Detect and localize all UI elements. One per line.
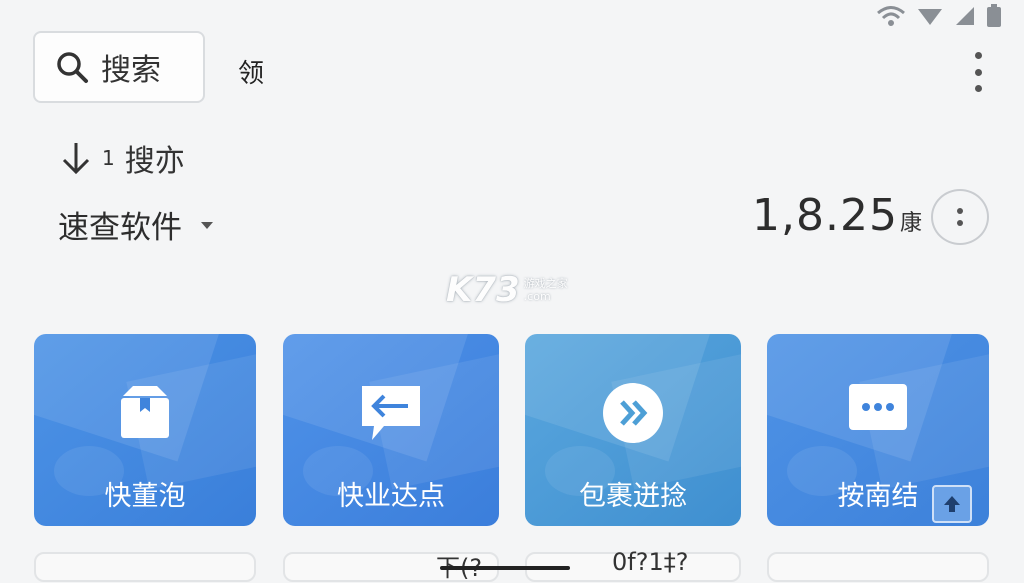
watermark: K73 游戏之家 .com xyxy=(446,270,568,310)
arrow-up-icon xyxy=(944,496,960,512)
dot-icon xyxy=(957,220,963,226)
bottom-card-text: 0f?1‡? xyxy=(612,548,689,576)
app-selector-label: 速查软件 xyxy=(58,210,182,246)
watermark-line2: .com xyxy=(523,290,551,303)
kebab-dot-icon xyxy=(974,68,982,76)
battery-icon xyxy=(987,4,1001,27)
caret-down-icon xyxy=(201,221,213,229)
dot-icon xyxy=(957,208,963,214)
sort-control[interactable]: 1 搜亦 xyxy=(60,136,185,180)
tile-package-tracking[interactable]: 包裹迸捻 xyxy=(525,334,741,526)
amount-unit: 康 xyxy=(899,211,922,236)
search-label: 搜索 xyxy=(101,53,161,88)
tile-label: 快业达点 xyxy=(337,481,445,512)
kebab-dot-icon xyxy=(974,52,982,59)
sort-number: 1 xyxy=(102,146,115,170)
package-icon xyxy=(121,386,169,438)
home-indicator[interactable] xyxy=(440,566,570,570)
kebab-dot-icon xyxy=(974,85,982,92)
amount-value: 1,8.25 xyxy=(752,190,898,241)
watermark-line1: 游戏之家 xyxy=(523,277,568,290)
status-bar xyxy=(876,4,1002,28)
double-chevron-icon xyxy=(603,383,663,443)
wifi-icon xyxy=(877,6,905,26)
search-icon xyxy=(57,52,88,83)
header-text: 领 xyxy=(238,59,265,89)
signal-icon xyxy=(918,9,942,25)
ellipsis-message-icon xyxy=(849,384,907,430)
message-arrow-icon xyxy=(362,386,420,440)
tile-label: 快董泡 xyxy=(104,481,186,512)
bottom-card[interactable] xyxy=(34,552,256,582)
amount-display: 1,8.25 康 xyxy=(752,190,922,241)
more-options-button[interactable] xyxy=(931,189,989,245)
arrow-down-icon xyxy=(62,143,90,175)
tile-express-query[interactable]: 快董泡 xyxy=(34,334,256,526)
tile-express-outlet[interactable]: 快业达点 xyxy=(283,334,499,526)
search-button[interactable]: 搜索 xyxy=(33,31,205,103)
upload-button[interactable] xyxy=(932,485,972,523)
tile-label: 包裹迸捻 xyxy=(579,481,687,512)
sort-label: 搜亦 xyxy=(124,144,185,179)
cell-signal-icon xyxy=(956,7,974,25)
watermark-brand: K73 xyxy=(446,270,520,310)
watermark-sub: 游戏之家 .com xyxy=(524,277,568,303)
more-menu-button[interactable] xyxy=(966,52,990,92)
app-selector-dropdown[interactable]: 速查软件 xyxy=(58,202,214,247)
bottom-card[interactable] xyxy=(767,552,989,582)
